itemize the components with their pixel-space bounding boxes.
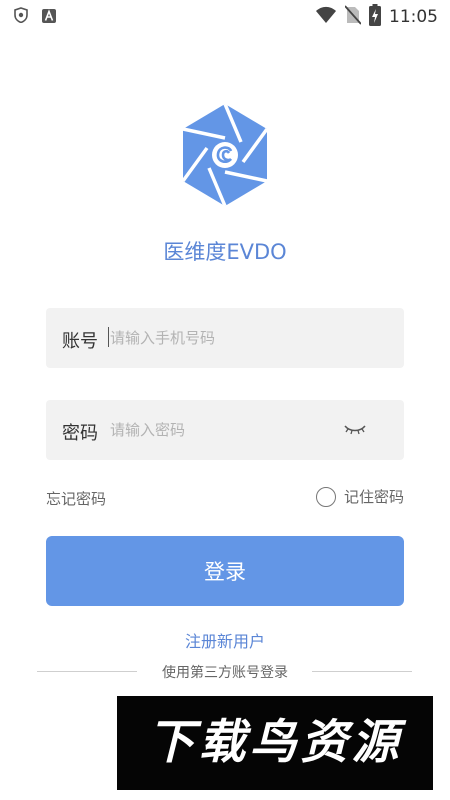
no-sim-icon — [344, 5, 362, 29]
third-party-login-label: 使用第三方账号登录 — [162, 665, 288, 681]
account-field[interactable]: 账号 — [46, 308, 404, 368]
watermark-banner: 下载鸟资源 — [117, 696, 433, 790]
password-label: 密码 — [62, 423, 98, 444]
remember-password-option[interactable]: 记住密码 — [315, 486, 404, 507]
password-input[interactable] — [110, 415, 340, 445]
login-button[interactable]: 登录 — [46, 536, 404, 606]
battery-charging-icon — [369, 4, 381, 30]
account-input[interactable] — [110, 323, 340, 353]
password-field[interactable]: 密码 — [46, 400, 404, 460]
app-logo — [181, 102, 269, 208]
shield-icon — [14, 7, 28, 27]
text-cursor — [108, 327, 109, 347]
account-label: 账号 — [62, 331, 98, 352]
divider-right — [312, 671, 412, 672]
app-name: 医维度EVDO — [163, 240, 287, 264]
status-bar: 11:05 — [0, 0, 450, 32]
remember-radio[interactable] — [315, 486, 336, 507]
wifi-icon — [315, 6, 337, 28]
a-letter-icon — [42, 8, 56, 27]
status-time: 11:05 — [389, 7, 438, 27]
register-link[interactable]: 注册新用户 — [0, 628, 450, 652]
forgot-password-link[interactable]: 忘记密码 — [46, 488, 106, 509]
eye-closed-icon[interactable] — [344, 422, 366, 436]
remember-password-label: 记住密码 — [343, 488, 404, 506]
